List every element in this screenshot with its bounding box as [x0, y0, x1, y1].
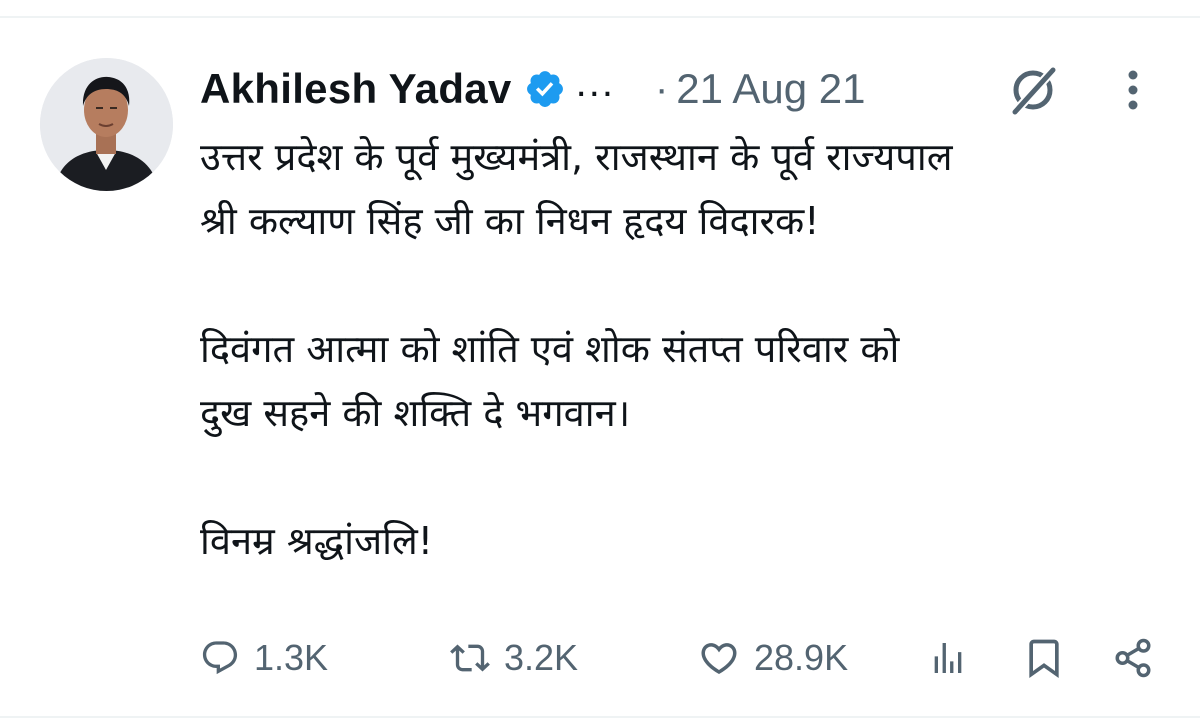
- bottom-divider: [0, 716, 1200, 718]
- grok-icon[interactable]: [1005, 62, 1061, 118]
- repost-button[interactable]: 3.2K: [450, 628, 578, 688]
- date-separator: ·: [654, 66, 669, 111]
- author-name[interactable]: Akhilesh Yadav: [200, 65, 512, 113]
- truncated-names: ...: [575, 60, 615, 105]
- reply-button[interactable]: 1.3K: [200, 628, 328, 688]
- tweet-line: दुख सहने की शक्ति दे भगवान।: [200, 391, 631, 435]
- tweet-line: विनम्र श्रद्धांजलि!: [200, 519, 434, 563]
- tweet-date[interactable]: 21 Aug 21: [676, 65, 865, 113]
- more-vertical-icon[interactable]: [1118, 66, 1148, 114]
- verified-badge-icon[interactable]: [524, 68, 566, 110]
- repost-count: 3.2K: [504, 637, 579, 678]
- share-button[interactable]: [1112, 628, 1154, 688]
- top-divider: [0, 16, 1200, 18]
- views-icon: [928, 638, 968, 678]
- reply-icon: [200, 638, 240, 678]
- tweet-line: उत्तर प्रदेश के पूर्व मुख्यमंत्री, राजस्…: [200, 135, 953, 179]
- avatar-photo: [40, 58, 173, 191]
- tweet-line: श्री कल्याण सिंह जी का निधन हृदय विदारक!: [200, 199, 820, 243]
- action-bar: 1.3K 3.2K 28.9K: [200, 628, 1160, 688]
- like-button[interactable]: 28.9K: [698, 628, 848, 688]
- heart-icon: [698, 637, 740, 679]
- share-icon: [1112, 637, 1154, 679]
- bookmark-button[interactable]: [1022, 628, 1066, 688]
- bookmark-icon: [1022, 636, 1066, 680]
- tweet-text: उत्तर प्रदेश के पूर्व मुख्यमंत्री, राजस्…: [200, 125, 1160, 573]
- repost-icon: [450, 638, 490, 678]
- reply-count: 1.3K: [254, 637, 329, 678]
- like-count: 28.9K: [754, 637, 849, 678]
- tweet-line: दिवंगत आत्मा को शांति एवं शोक संतप्त परि…: [200, 327, 900, 371]
- views-button[interactable]: [928, 628, 968, 688]
- avatar[interactable]: [40, 58, 173, 191]
